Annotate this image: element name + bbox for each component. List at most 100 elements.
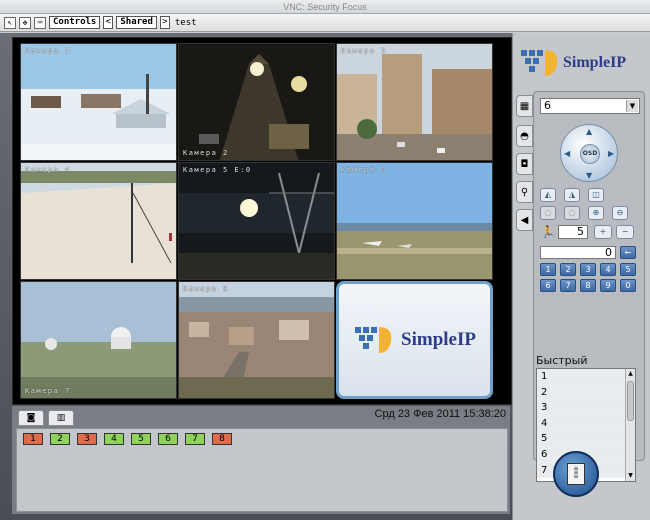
channel-strip: 1 2 3 4 5 6 7 8 [16,428,508,512]
channel-7-button[interactable]: 7 [185,433,205,445]
camera-8-view[interactable]: Камера 8 [178,281,335,399]
layout-select[interactable]: 6 ▼ [540,98,640,114]
camera-6-view[interactable]: Камера 6 [336,162,493,280]
window-title: VNC: Security Focus [0,0,650,14]
camera-grid: Камера 1 Камера 2 Камера 3 Камера 4 Каме… [20,43,493,400]
camera-5-image [179,163,334,279]
preset-number-field[interactable]: 0 [540,246,616,259]
simpleip-logo-mark-icon [521,50,558,76]
search-icon: ⚲ [520,186,529,198]
ptz-control-box: 6 ▼ ▲ ▼ ◀ ▶ OSD ◭ ◮ ◫ ○ ○ ⊕ ⊖ 🏃 5 + − 0 … [533,91,645,482]
ptz-left-arrow-icon[interactable]: ◀ [564,149,570,158]
camera-icon: ◙ [26,413,36,423]
vnc-window: VNC: Security Focus ↖ ✥ ⌨ Controls < Sha… [0,0,650,520]
layout-select-value: 6 [544,99,551,112]
preset-scrollbar[interactable]: ▲ ▼ [625,369,635,481]
pointer-icon[interactable]: ↖ [4,16,16,29]
grid-icon: ▦ [519,100,530,112]
camera-3-image [337,44,492,160]
focus-far-button[interactable]: ◮ [564,188,580,202]
speed-minus-button[interactable]: − [616,225,634,239]
prev-arrow-button[interactable]: < [103,16,114,29]
numpad-key-6[interactable]: 6 [540,279,556,292]
camera-dome-icon: ◓ [520,130,529,142]
preset-item[interactable]: 2 [537,384,635,401]
zoom-out-button[interactable]: ⊖ [612,206,628,220]
camera-6-label: Камера 6 [341,166,387,174]
preset-list-title: Быстрый [536,354,588,367]
iris-close-button[interactable]: ○ [564,206,580,220]
side-tab-layout[interactable]: ▦ [516,95,533,117]
numpad-key-8[interactable]: 8 [580,279,596,292]
channel-2-button[interactable]: 2 [50,433,70,445]
camera-3-view[interactable]: Камера 3 [336,43,493,161]
ptz-down-arrow-icon[interactable]: ▼ [586,171,592,180]
ptz-right-arrow-icon[interactable]: ▶ [608,149,614,158]
chevron-down-icon: ▼ [626,100,638,112]
side-tab-snapshot[interactable]: ◘ [516,153,533,175]
keyboard-icon[interactable]: ⌨ [34,16,46,29]
channel-5-button[interactable]: 5 [131,433,151,445]
preset-item[interactable]: 3 [537,400,635,416]
numpad-key-9[interactable]: 9 [600,279,616,292]
zoom-in-button[interactable]: ⊕ [588,206,604,220]
speed-field[interactable]: 5 [558,225,588,239]
camera-1-view[interactable]: Камера 1 [20,43,177,161]
numpad-key-1[interactable]: 1 [540,263,556,276]
brand-logo: SimpleIP [519,39,641,87]
numpad-key-7[interactable]: 7 [560,279,576,292]
numpad-key-2[interactable]: 2 [560,263,576,276]
numpad-backspace-button[interactable]: ← [620,246,636,259]
logo-tile-text: SimpleIP [401,329,476,350]
control-panel: SimpleIP ▦ ◓ ◘ ⚲ ◀ 6 ▼ ▲ ▼ ◀ ▶ OSD ◭ ◮ ◫… [512,33,650,520]
tab-archive[interactable]: ▥ [48,410,74,426]
speed-plus-button[interactable]: + [594,225,612,239]
channel-1-button[interactable]: 1 [23,433,43,445]
channel-6-button[interactable]: 6 [158,433,178,445]
camera-4-view[interactable]: Камера 4 [20,162,177,280]
camera-1-label: Камера 1 [25,47,71,55]
preset-item[interactable]: 5 [537,431,635,447]
preset-item[interactable]: 1 [537,369,635,385]
side-tab-audio[interactable]: ◀ [516,209,533,231]
osd-button[interactable]: OSD [580,144,600,164]
vnc-toolbar: ↖ ✥ ⌨ Controls < Shared > test [0,14,650,32]
numpad-key-3[interactable]: 3 [580,263,596,276]
iris-open-button[interactable]: ○ [540,206,556,220]
controls-button[interactable]: Controls [49,16,101,29]
camera-3-label: Камера 3 [341,47,387,55]
camera-2-view[interactable]: Камера 2 [178,43,335,161]
status-datetime: Срд 23 Фев 2011 15:38:20 [374,408,506,420]
channel-8-button[interactable]: 8 [212,433,232,445]
scroll-up-icon[interactable]: ▲ [626,369,635,379]
numpad-key-5[interactable]: 5 [620,263,636,276]
channel-4-button[interactable]: 4 [104,433,124,445]
camera-7-view[interactable]: Камера 7 [20,281,177,399]
camera-5-view[interactable]: Камера 5 E:0 [178,162,335,280]
speaker-icon: ◀ [520,214,529,226]
next-arrow-button[interactable]: > [159,16,170,29]
camera-4-image [21,163,176,279]
preset-item[interactable]: 4 [537,415,635,432]
numpad-key-0[interactable]: 0 [620,279,636,292]
scroll-down-icon[interactable]: ▼ [626,471,635,481]
iris-button[interactable]: ◫ [588,188,604,202]
event-log-button[interactable]: ≡ ≡ ≡ [553,451,599,497]
side-tab-ptz[interactable]: ◓ [516,125,533,147]
camera-5-label: Камера 5 E:0 [183,166,252,174]
camera-8-image [179,282,334,398]
brand-logo-text: SimpleIP [563,54,627,71]
tab-camera-view[interactable]: ◙ [18,410,44,426]
photo-icon: ◘ [520,158,529,170]
scroll-thumb[interactable] [627,381,634,421]
film-icon: ▥ [56,413,66,423]
channel-3-button[interactable]: 3 [77,433,97,445]
video-panel: Камера 1 Камера 2 Камера 3 Камера 4 Каме… [12,37,512,405]
shared-button[interactable]: Shared [116,16,157,29]
numpad-key-4[interactable]: 4 [600,263,616,276]
ptz-up-arrow-icon[interactable]: ▲ [586,127,592,136]
move-icon[interactable]: ✥ [19,16,31,29]
ptz-joystick[interactable]: ▲ ▼ ◀ ▶ OSD [560,124,618,182]
focus-near-button[interactable]: ◭ [540,188,556,202]
side-tab-search[interactable]: ⚲ [516,181,533,203]
